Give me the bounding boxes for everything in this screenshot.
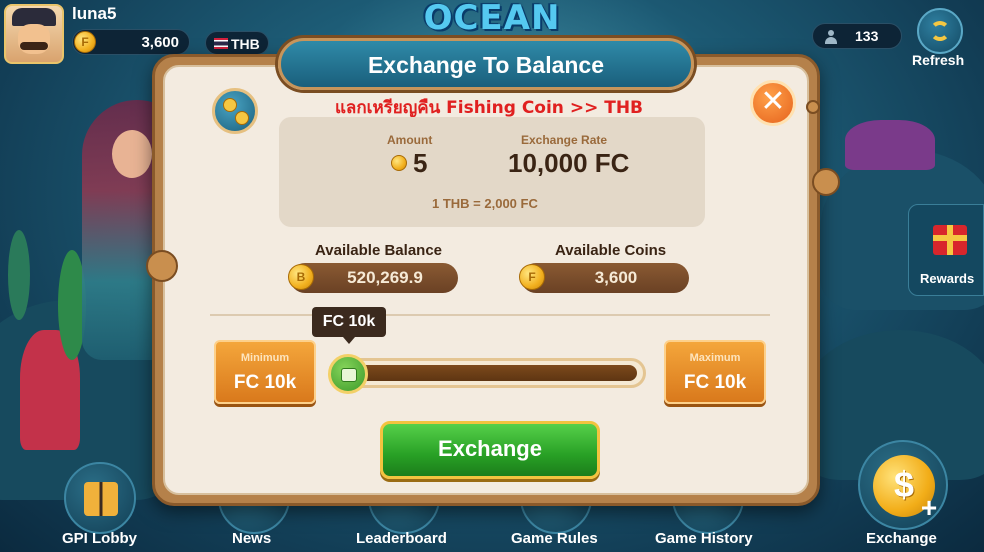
nav-game-history-label[interactable]: Game History <box>655 530 753 547</box>
user-icon <box>825 30 837 44</box>
minimum-caption: Minimum <box>240 352 290 364</box>
username: luna5 <box>72 4 117 23</box>
modal-title: Exchange To Balance <box>367 52 605 78</box>
available-balance-value: 520,269.9 <box>347 268 423 287</box>
background-coral <box>845 120 935 170</box>
plus-icon: + <box>920 492 938 523</box>
mermaid-face <box>112 130 152 178</box>
pipe-decoration <box>806 100 820 114</box>
available-coins-value: 3,600 <box>594 268 638 287</box>
coin-icon <box>391 155 407 171</box>
available-balance-label: Available Balance <box>315 242 443 259</box>
available-balance-pill: B 520,269.9 <box>288 263 458 293</box>
nav-gpi-lobby-label[interactable]: GPI Lobby <box>62 530 137 547</box>
currency-label: THB <box>231 36 260 52</box>
background-seaweed <box>8 230 30 320</box>
maximum-caption: Maximum <box>689 352 741 364</box>
refresh-label[interactable]: Refresh <box>912 52 964 68</box>
minimum-amount: FC 10k <box>233 372 297 393</box>
close-button[interactable]: ✕ <box>750 80 796 126</box>
thai-flag-icon <box>214 38 228 49</box>
swap-coin-icon <box>235 111 249 125</box>
coin-balance-pill: F 3,600 <box>72 29 190 55</box>
fishing-coin-icon: F <box>74 31 96 53</box>
gift-icon <box>933 225 967 255</box>
swap-coin-icon <box>223 98 237 112</box>
book-icon <box>84 482 118 516</box>
refresh-button[interactable] <box>917 8 963 54</box>
nav-exchange-button[interactable]: $ + <box>858 440 948 530</box>
amount-value: 5 <box>413 148 428 178</box>
nav-news-label[interactable]: News <box>232 530 271 547</box>
online-players-pill: 133 <box>812 23 902 49</box>
pipe-decoration <box>812 168 840 196</box>
game-logo: OCEAN <box>423 0 561 38</box>
avatar-mustache <box>20 42 48 50</box>
exchange-button[interactable]: Exchange <box>380 421 600 479</box>
amount-label: Amount <box>387 133 433 147</box>
exchange-amount-slider[interactable] <box>330 358 646 388</box>
slider-handle[interactable] <box>328 354 368 394</box>
exchange-rate-label: Exchange Rate <box>521 133 608 147</box>
slider-fill <box>339 365 637 381</box>
currency-selector[interactable]: THB <box>205 31 269 55</box>
swap-direction-button[interactable] <box>212 88 258 134</box>
exchange-info-panel: Amount 5 Exchange Rate 10,000 FC 1 THB =… <box>279 117 705 227</box>
maximum-button[interactable]: Maximum FC 10k <box>664 340 766 404</box>
rate-note: 1 THB = 2,000 FC <box>432 196 538 211</box>
section-divider <box>210 314 770 316</box>
refresh-icon <box>930 21 950 41</box>
available-coins-pill: F 3,600 <box>519 263 689 293</box>
nav-leaderboard-label[interactable]: Leaderboard <box>356 530 447 547</box>
pipe-decoration <box>146 250 178 282</box>
available-coins-label: Available Coins <box>555 242 667 259</box>
player-avatar[interactable] <box>4 4 64 64</box>
minimum-button[interactable]: Minimum FC 10k <box>214 340 316 404</box>
rewards-label[interactable]: Rewards <box>920 271 974 286</box>
maximum-amount: FC 10k <box>683 372 747 393</box>
nav-game-rules-label[interactable]: Game Rules <box>511 530 598 547</box>
modal-title-banner: Exchange To Balance <box>278 38 694 90</box>
nav-gpi-lobby-button[interactable] <box>64 462 136 534</box>
nav-exchange-label[interactable]: Exchange <box>866 530 937 547</box>
exchange-rate-value: 10,000 FC <box>508 148 630 178</box>
online-count: 133 <box>855 28 879 44</box>
coin-balance-value: 3,600 <box>141 34 179 51</box>
slider-value-tooltip: FC 10k <box>312 307 386 344</box>
